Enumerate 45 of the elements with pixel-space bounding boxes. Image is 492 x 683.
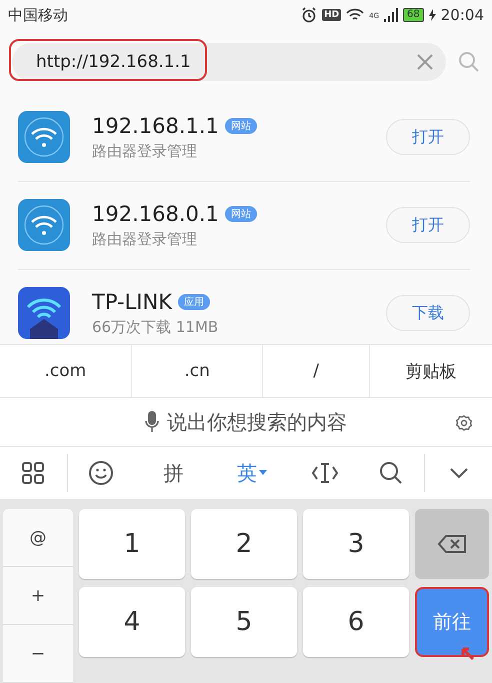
microphone-icon[interactable]	[145, 411, 159, 434]
symbol-key[interactable]: −	[3, 625, 73, 683]
digit-key[interactable]: 4	[79, 587, 185, 657]
smiley-icon	[88, 460, 114, 486]
backspace-key[interactable]	[415, 509, 489, 579]
digit-key[interactable]: 6	[303, 587, 409, 657]
alarm-icon	[301, 7, 318, 24]
result-title[interactable]: TP-LINK	[92, 290, 172, 314]
category-tag: 网站	[224, 206, 257, 222]
digit-key[interactable]: 5	[191, 587, 297, 657]
action-button[interactable]: 打开	[386, 119, 470, 156]
clock: 20:04	[440, 6, 484, 24]
app-icon	[18, 287, 70, 340]
charging-icon	[428, 9, 436, 22]
digit-key[interactable]: 2	[191, 509, 297, 579]
wifi-app-icon	[18, 199, 70, 252]
input-mode-key[interactable]: 拼	[134, 447, 213, 499]
clear-icon[interactable]	[416, 53, 434, 72]
grid-icon	[21, 461, 46, 485]
search-icon	[378, 460, 404, 486]
category-tag: 网站	[224, 118, 257, 134]
category-tag: 应用	[178, 294, 210, 310]
symbol-key[interactable]: +	[3, 567, 73, 625]
result-subtitle: 路由器登录管理	[92, 230, 198, 249]
url-input[interactable]: http://192.168.1.1	[34, 51, 416, 74]
digit-key[interactable]: 1	[79, 509, 185, 579]
result-title[interactable]: 192.168.1.1	[92, 114, 219, 138]
input-mode-key[interactable]: 英	[212, 447, 292, 499]
symbol-key[interactable]: @	[3, 509, 73, 567]
carrier-name: 中国移动	[8, 6, 68, 25]
settings-icon[interactable]	[456, 415, 472, 432]
result-title[interactable]: 192.168.0.1	[92, 202, 219, 226]
wifi-icon	[346, 8, 364, 22]
wifi-app-icon	[18, 111, 70, 164]
action-button[interactable]: 打开	[386, 207, 470, 244]
signal-icon	[384, 8, 398, 22]
result-subtitle: 66万次下载 11MB	[92, 318, 220, 337]
caret-icon	[259, 470, 268, 476]
result-subtitle: 路由器登录管理	[92, 142, 198, 161]
cursor-icon	[310, 461, 339, 485]
digit-key[interactable]: 3	[303, 509, 409, 579]
backspace-icon	[437, 534, 467, 554]
battery-level: 68	[403, 8, 424, 22]
hd-indicator: HD	[322, 9, 342, 22]
action-button[interactable]: 下载	[386, 295, 470, 332]
